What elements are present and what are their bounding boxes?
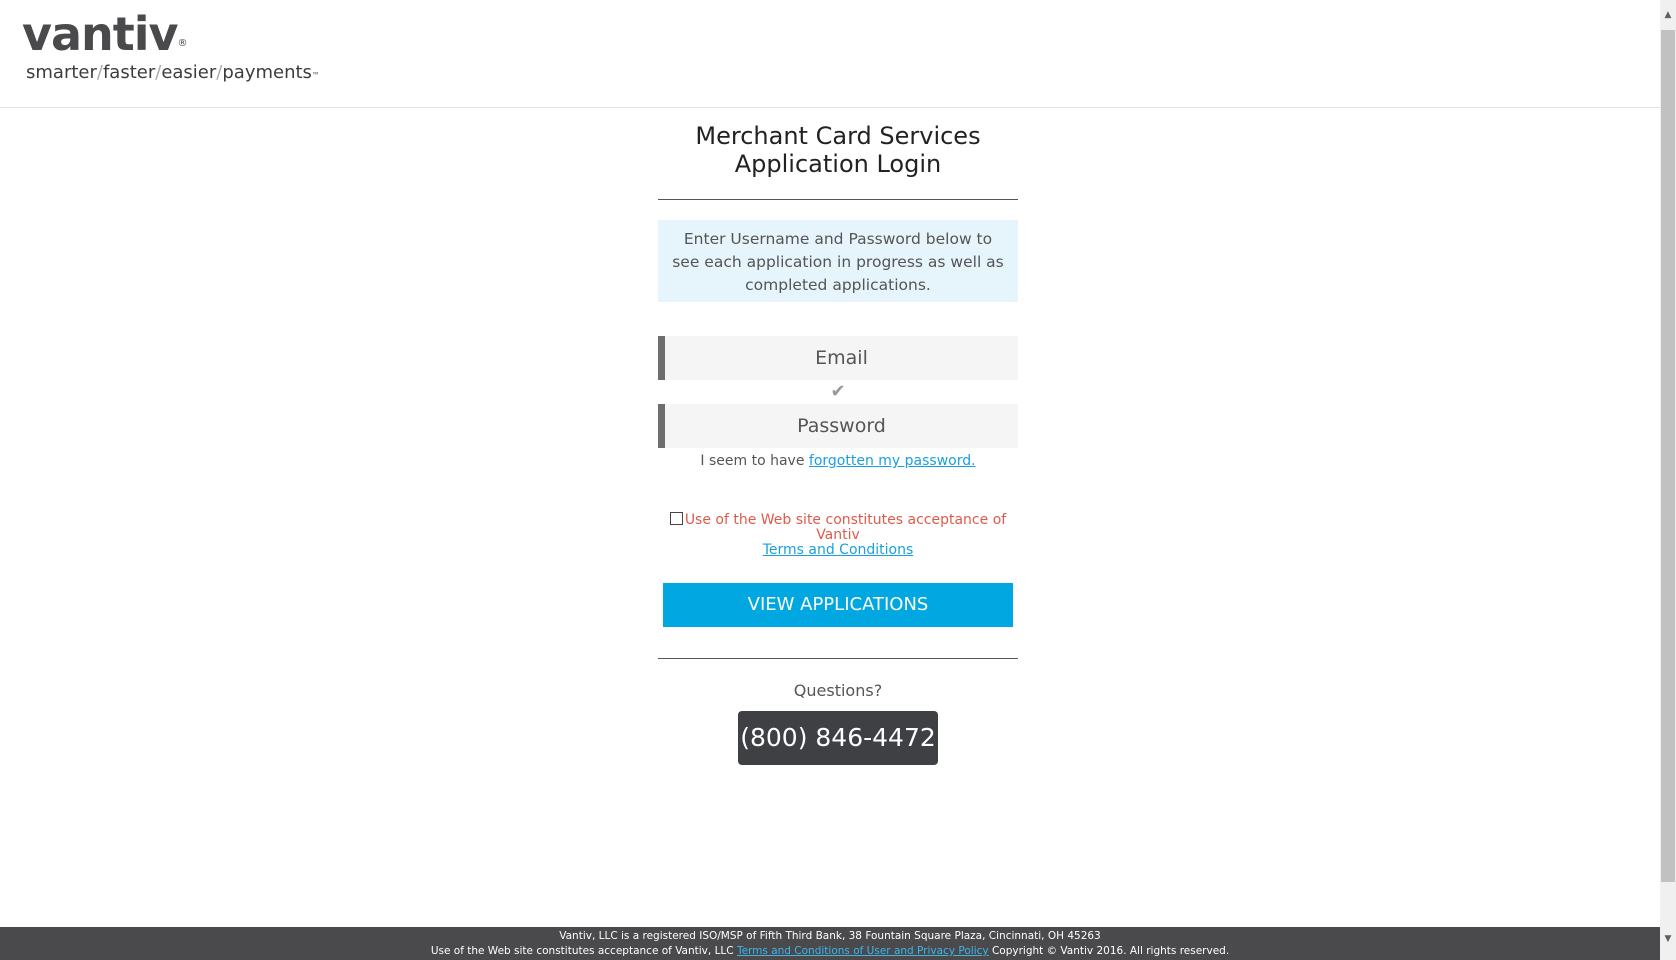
terms-acceptance: Use of the Web site constitutes acceptan… (658, 512, 1018, 558)
logo-tagline: smarter/faster/easier/payments™ (26, 62, 320, 83)
terms-text: Use of the Web site constitutes acceptan… (684, 512, 1007, 543)
footer-terms-link[interactable]: Terms and Conditions of User and Privacy… (737, 945, 989, 957)
footer-copyright: Copyright © Vantiv 2016. All rights rese… (988, 945, 1230, 957)
divider (658, 199, 1018, 200)
footer-text: Use of the Web site constitutes acceptan… (430, 945, 737, 957)
forgot-password-line: I seem to have forgotten my password. (658, 453, 1018, 469)
tagline-trademark: ™ (311, 71, 320, 80)
password-input[interactable] (665, 404, 1018, 448)
scroll-down-arrow-icon[interactable]: ▼ (1660, 930, 1676, 948)
page: vantiv® smarter/faster/easier/payments™ … (0, 0, 1676, 960)
scrollbar-thumb[interactable] (1661, 30, 1675, 882)
login-panel: Merchant Card Services Application Login… (658, 107, 1018, 765)
terms-link[interactable]: Terms and Conditions (763, 542, 914, 558)
page-title-line: Application Login (734, 150, 942, 178)
phone-number-button[interactable]: (800) 846-4472 (738, 711, 938, 765)
scroll-up-arrow-icon[interactable]: ▲ (1660, 6, 1676, 24)
checkmark-icon: ✔ (830, 381, 846, 402)
terms-checkbox[interactable] (669, 512, 683, 525)
forgot-password-link[interactable]: forgotten my password. (809, 453, 976, 469)
forgot-password-prefix: I seem to have (700, 453, 809, 469)
logo-wordmark: vantiv (22, 7, 179, 61)
footer-line: Vantiv, LLC is a registered ISO/MSP of F… (559, 930, 1101, 942)
tagline-word: faster (102, 62, 156, 83)
password-field-wrapper (658, 404, 1018, 448)
email-input[interactable] (665, 336, 1018, 380)
info-box: Enter Username and Password below to see… (658, 220, 1018, 302)
email-field-wrapper (658, 336, 1018, 380)
divider (658, 658, 1018, 659)
logo-registered-mark: ® (177, 38, 188, 49)
vertical-scrollbar[interactable]: ▲ ▼ (1660, 0, 1676, 960)
footer: Vantiv, LLC is a registered ISO/MSP of F… (0, 927, 1660, 960)
tagline-word: payments (222, 62, 312, 83)
tagline-word: smarter (26, 62, 97, 83)
tagline-word: easier (161, 62, 217, 83)
view-applications-button[interactable]: VIEW APPLICATIONS (663, 583, 1013, 627)
header: vantiv® smarter/faster/easier/payments™ (0, 0, 1660, 108)
vantiv-logo[interactable]: vantiv® (22, 8, 188, 60)
footer-line: Use of the Web site constitutes acceptan… (0, 944, 1660, 959)
page-title-line: Merchant Card Services (695, 122, 981, 150)
questions-label: Questions? (793, 681, 883, 700)
page-title: Merchant Card Services Application Login (658, 122, 1018, 178)
